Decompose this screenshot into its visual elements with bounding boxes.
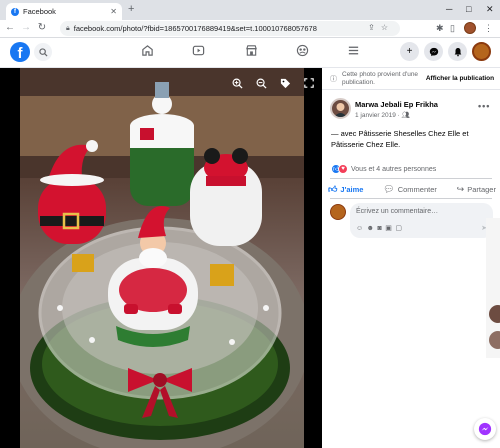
post-actions: 👍︎ J'aime 💬︎ Commenter ↪ Partager [328,182,496,196]
tab-title: Facebook [23,7,56,16]
tab-close-icon[interactable]: ✕ [110,7,117,16]
comment-input[interactable]: Écrivez un commentaire… ☺☻◙▣▢ ➤ [350,203,493,238]
zoom-in-icon[interactable] [232,78,243,92]
divider [330,198,492,199]
tag-icon[interactable] [280,78,291,92]
info-icon: ⓘ [330,76,337,83]
fullscreen-icon[interactable] [304,78,314,91]
bookmark-star-icon[interactable]: ⇪☆ [368,23,394,32]
zoom-out-icon[interactable] [256,78,267,92]
post-side-panel: ⓘ Cette photo provient d'une publication… [322,68,500,448]
reactions-text: Vous et 4 autres personnes [351,165,437,173]
like-button[interactable]: 👍︎ J'aime [328,182,363,196]
marketplace-icon[interactable] [243,44,259,60]
browser-tab[interactable]: f Facebook ✕ [6,3,122,20]
forward-arrow-icon[interactable]: → [20,22,32,33]
comment-icon: 💬︎ [383,183,395,194]
background-feed-edge [486,218,500,358]
comment-button[interactable]: 💬︎ Commenter [383,182,437,196]
thumbs-up-icon: 👍︎ [328,183,338,194]
post-date-text: 1 janvier 2019 · [355,112,402,119]
publication-notice: ⓘ Cette photo provient d'une publication… [322,68,500,90]
post-photo[interactable] [20,68,304,448]
comment-label: Commenter [397,184,437,194]
lock-icon: 🔒︎ [66,24,70,32]
menu-icon[interactable] [345,44,361,60]
facebook-header: f + [0,38,500,68]
post-date[interactable]: 1 janvier 2019 · 👥︎ [355,111,410,119]
gif-icon[interactable]: ▣ [385,225,395,232]
browser-profile-avatar[interactable] [464,22,476,34]
extensions-icon[interactable]: ✱ [436,23,444,34]
avatar-sticker-icon[interactable]: ☺ [356,225,367,232]
reactions-summary[interactable]: 👍︎ ♥ Vous et 4 autres personnes [331,163,436,175]
divider [330,178,492,179]
maximize-button[interactable]: □ [466,4,471,14]
comment-placeholder: Écrivez un commentaire… [356,208,439,215]
love-reaction-icon: ♥ [338,164,348,174]
url-text: facebook.com/photo/?fbid=186570017688941… [73,24,317,33]
sidepanel-icon[interactable]: ▯ [450,23,455,34]
author-avatar[interactable] [330,98,351,119]
new-message-button[interactable] [474,418,496,440]
address-bar[interactable]: 🔒︎ facebook.com/photo/?fbid=186570017688… [60,21,400,36]
like-label: J'aime [340,184,364,194]
photo-viewer [0,68,322,448]
emoji-icon[interactable]: ☻ [367,225,378,232]
minimize-button[interactable]: ─ [446,4,452,14]
close-window-button[interactable]: ✕ [486,4,494,15]
browser-toolbar: ← → ↻ 🔒︎ facebook.com/photo/?fbid=186570… [0,20,500,38]
audience-friends-icon: 👥︎ [401,112,410,119]
share-arrow-icon: ↪ [456,183,465,194]
more-options-icon[interactable]: ••• [478,101,490,111]
post-caption: — avec Pâtisserie Sheselles Chez Elle et… [331,129,469,149]
facebook-favicon-icon: f [11,7,19,16]
account-avatar[interactable] [472,42,491,61]
facebook-logo[interactable]: f [10,42,30,62]
sticker-icon[interactable]: ▢ [395,225,405,232]
share-label: Partager [467,184,496,194]
home-icon[interactable] [139,44,155,60]
reload-icon[interactable]: ↻ [36,22,48,33]
view-publication-button[interactable]: Afficher la publication [425,73,495,85]
commenter-avatar[interactable] [330,204,346,220]
messenger-icon[interactable] [424,42,443,61]
search-icon[interactable] [34,43,52,61]
comment-tools: ☺☻◙▣▢ [356,224,406,232]
back-arrow-icon[interactable]: ← [4,22,16,33]
share-button[interactable]: ↪ Partager [457,182,496,196]
bell-icon[interactable] [448,42,467,61]
groups-icon[interactable] [294,44,310,60]
author-name-link[interactable]: Marwa Jebali Ep Frikha [355,100,438,109]
notice-text: Cette photo provient d'une publication. [342,71,419,86]
plus-icon[interactable]: + [400,42,419,61]
chrome-menu-icon[interactable]: ⋮ [484,23,493,34]
watch-icon[interactable] [190,44,206,60]
browser-tabstrip: f Facebook ✕ + ─ □ ✕ [0,0,500,20]
new-tab-button[interactable]: + [128,3,134,15]
